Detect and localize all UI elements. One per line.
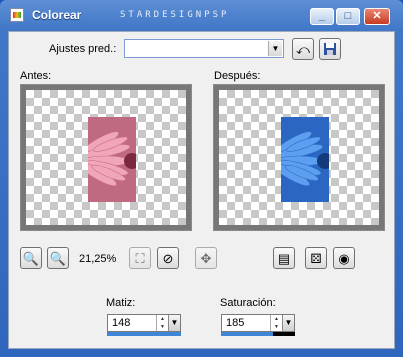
zoom-out-icon: 🔍 (22, 250, 40, 266)
magnifier-reset-icon: ⊘ (162, 250, 174, 266)
fit-window-icon: ⛶ (135, 250, 145, 266)
watermark-text: STARDESIGNPSP (120, 10, 230, 20)
presets-dropdown[interactable]: ▼ (124, 39, 284, 58)
before-label: Antes: (20, 70, 52, 82)
randomize-button[interactable]: ⚄ (305, 247, 327, 269)
hue-slider-bar[interactable] (107, 332, 181, 336)
saturation-label: Saturación: (220, 297, 276, 309)
after-preview-canvas (219, 90, 379, 225)
saturation-slider-bar[interactable] (221, 332, 295, 336)
zoom-in-icon: 🔍 (49, 250, 67, 266)
zoom-out-button[interactable]: 🔍 (20, 247, 42, 269)
hue-value: 148 (112, 317, 131, 329)
dialog-client-area: Ajustes pred.: ▼ ⤺ Antes: Después: 🔍 🔍 2… (8, 31, 395, 349)
chevron-down-icon[interactable]: ▼ (268, 41, 282, 56)
undo-arrow-icon: ⤺ (296, 41, 310, 57)
hue-label: Matiz: (106, 297, 136, 309)
after-preview[interactable] (213, 84, 385, 231)
chevron-down-icon[interactable]: ▼ (168, 315, 180, 331)
pan-button[interactable]: ✥ (195, 247, 217, 269)
saturation-value: 185 (226, 317, 245, 329)
before-preview[interactable] (20, 84, 192, 231)
chevron-down-icon[interactable]: ▼ (282, 315, 294, 331)
maximize-icon: □ (344, 10, 352, 22)
presets-label: Ajustes pred.: (49, 43, 117, 55)
move-arrows-icon: ✥ (200, 250, 212, 266)
title-bar[interactable]: Colorear STARDESIGNPSP _ □ ✕ (0, 0, 403, 30)
maximize-button[interactable]: □ (336, 8, 360, 25)
app-icon (10, 8, 24, 22)
zoom-100-button[interactable]: ⊘ (157, 247, 179, 269)
reset-preset-button[interactable]: ⤺ (292, 38, 314, 60)
before-flower-image (88, 117, 136, 202)
after-flower-image (281, 117, 329, 202)
proof-toggle-button[interactable]: ▤ (273, 247, 295, 269)
floppy-disk-icon (324, 43, 336, 55)
preview-window-icon: ▤ (277, 250, 291, 266)
eye-icon: ◉ (338, 250, 350, 266)
hue-input[interactable]: 148 ▲ ▼ ▼ (107, 314, 181, 332)
zoom-in-button[interactable]: 🔍 (47, 247, 69, 269)
minimize-button[interactable]: _ (310, 8, 334, 25)
close-icon: ✕ (372, 10, 382, 22)
after-label: Después: (214, 70, 261, 82)
minimize-icon: _ (318, 10, 326, 22)
saturation-input[interactable]: 185 ▲ ▼ ▼ (221, 314, 295, 332)
save-preset-button[interactable] (319, 38, 341, 60)
hue-spinner[interactable]: ▲ ▼ (156, 315, 168, 331)
dialog-window: Colorear STARDESIGNPSP _ □ ✕ Ajustes pre… (0, 0, 403, 357)
saturation-spinner[interactable]: ▲ ▼ (270, 315, 282, 331)
zoom-to-fit-button[interactable]: ⛶ (129, 247, 151, 269)
close-button[interactable]: ✕ (364, 8, 390, 25)
dice-icon: ⚄ (310, 250, 322, 266)
before-preview-canvas (26, 90, 186, 225)
window-title: Colorear (32, 8, 82, 22)
zoom-level: 21,25% (79, 253, 117, 265)
preview-on-image-button[interactable]: ◉ (333, 247, 355, 269)
